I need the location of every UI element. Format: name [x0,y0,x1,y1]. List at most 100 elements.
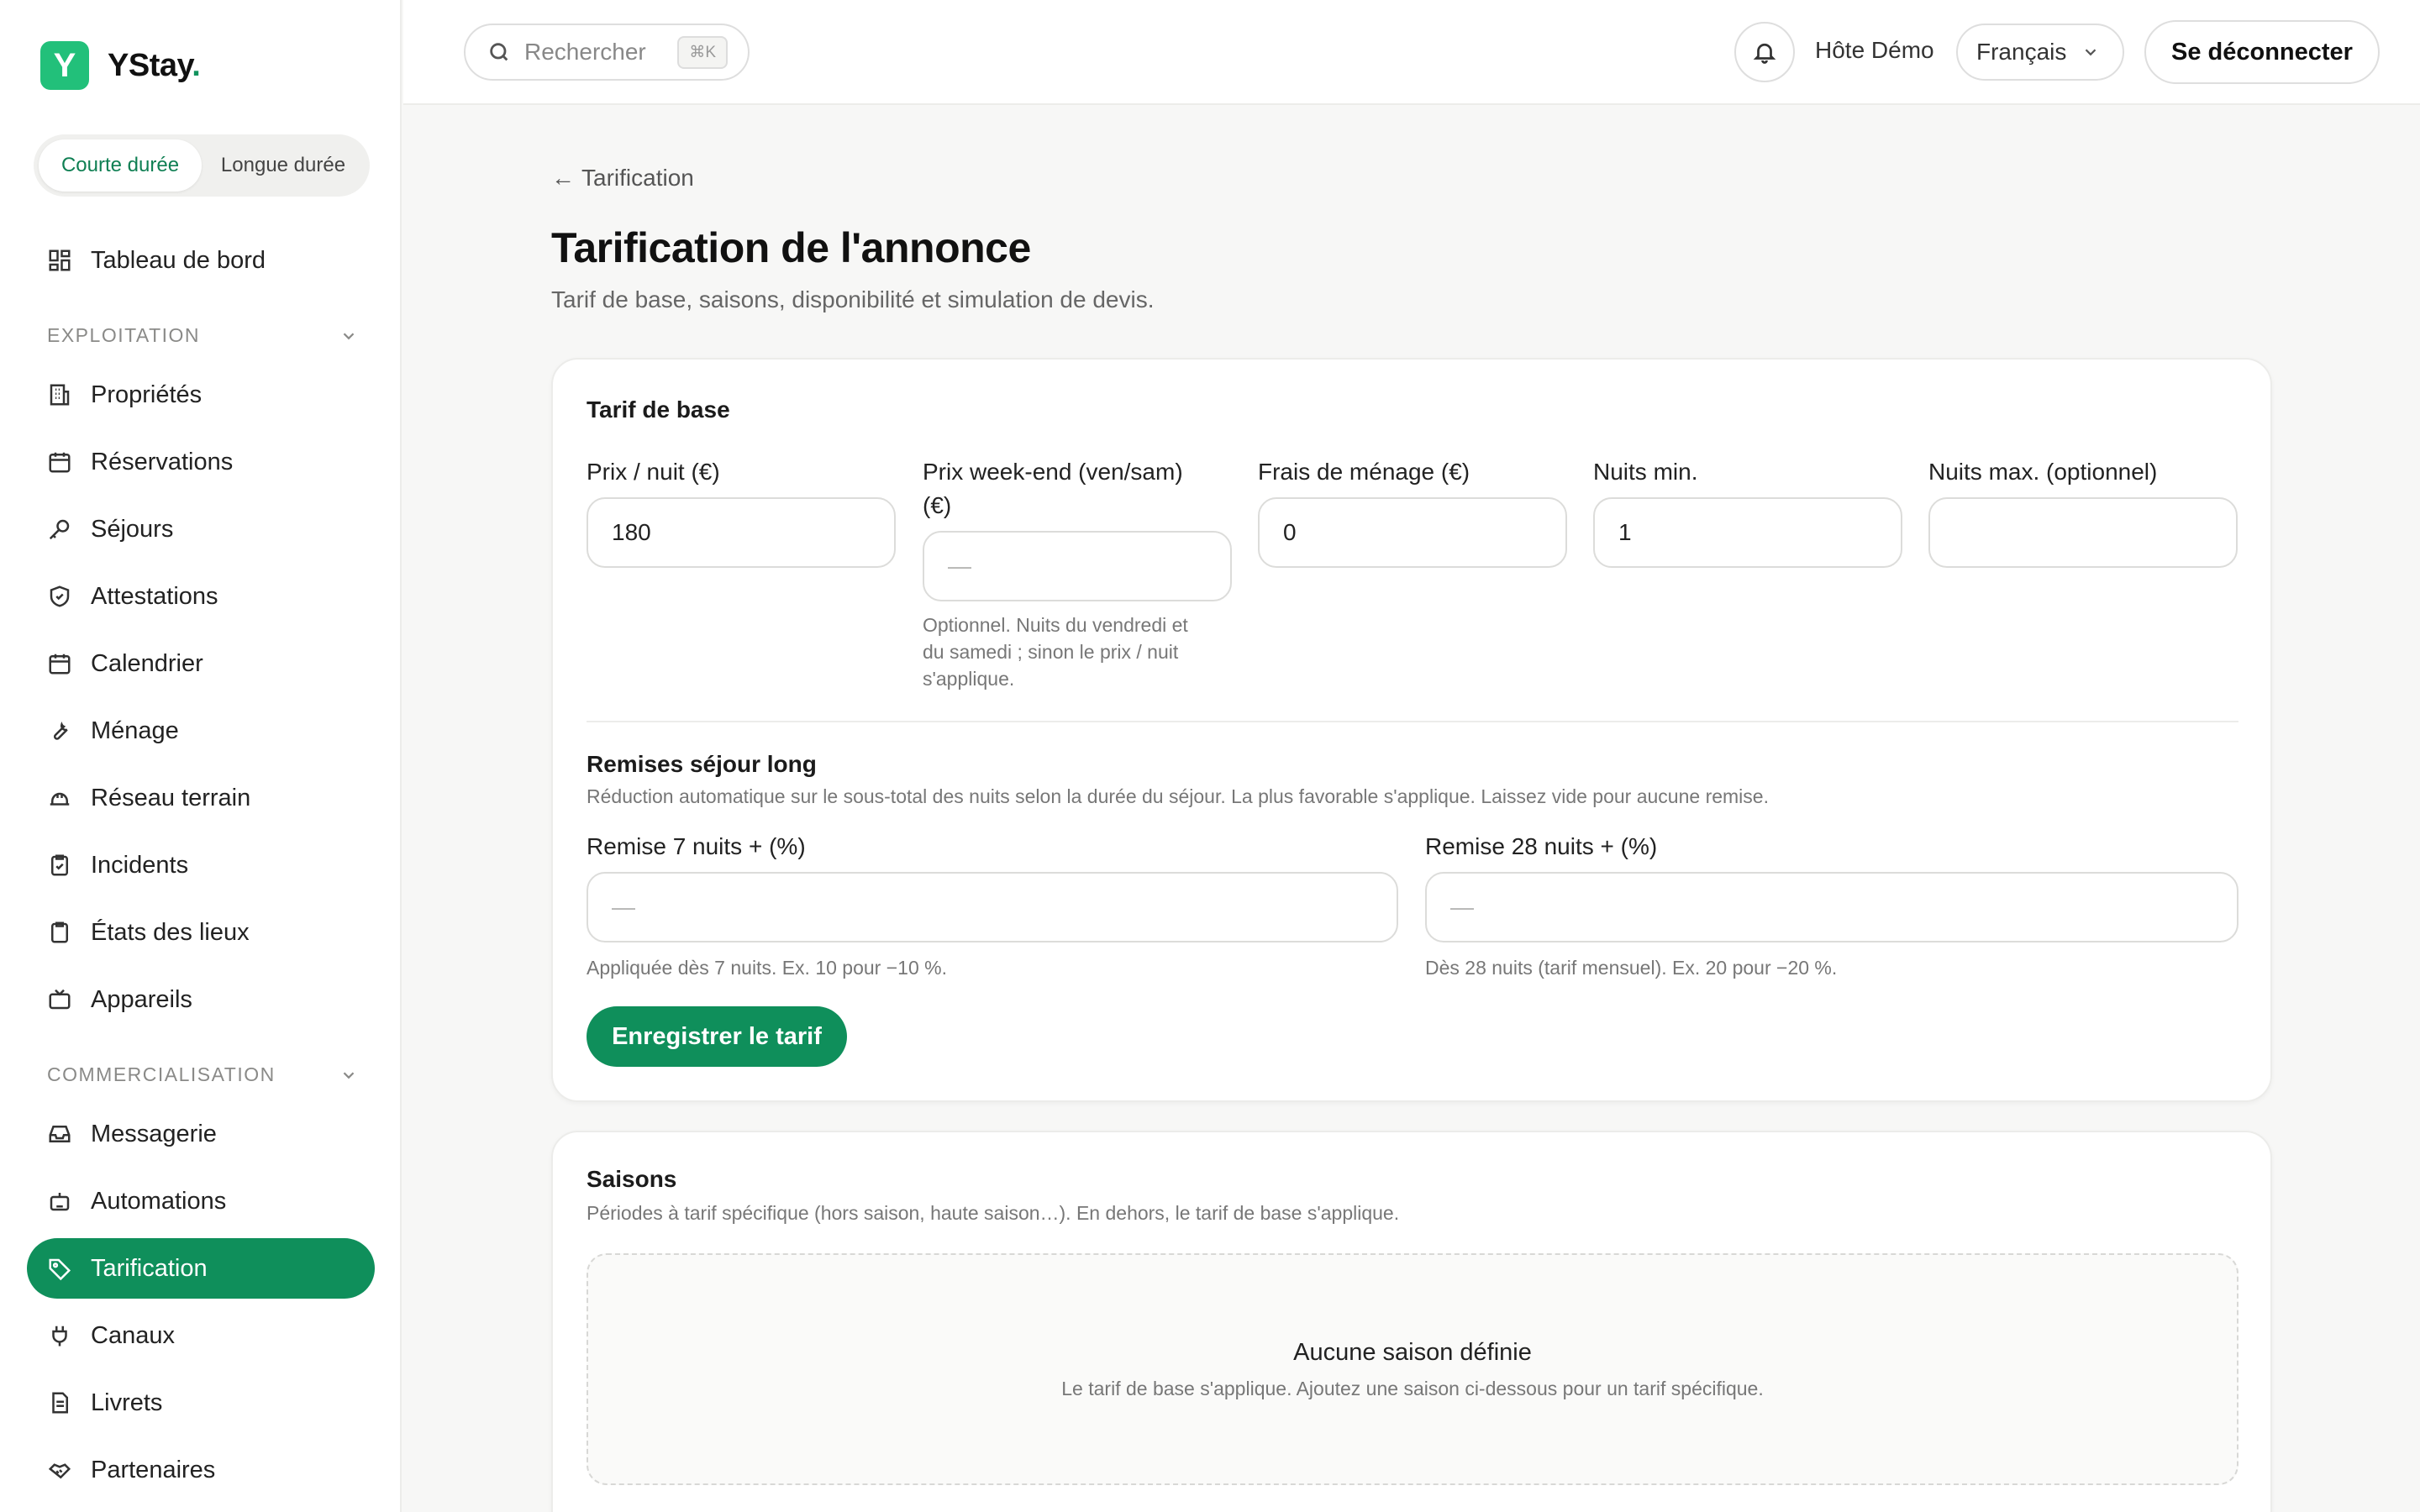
sidebar-item-cleaning[interactable]: Ménage [27,701,375,761]
chevron-down-icon [2086,49,2096,56]
section-exploitation-label: EXPLOITATION [47,324,201,346]
sidebar-item-partners[interactable]: Partenaires [27,1440,375,1500]
mode-long-term[interactable]: Longue durée [202,139,365,192]
sidebar-item-properties[interactable]: Propriétés [27,365,375,425]
bell-icon [1753,43,1776,64]
clipboard-icon [47,920,72,945]
sidebar-item-label: Messagerie [91,1120,217,1147]
seasons-subtitle: Périodes à tarif spécifique (hors saison… [587,1202,1400,1224]
back-link[interactable]: ← Tarification [551,165,694,192]
weekend-price-input[interactable]: — [923,531,1232,601]
sidebar-item-dashboard[interactable]: Tableau de bord [27,230,375,291]
shield-check-icon [47,584,72,609]
max-nights-input[interactable] [1928,497,2238,568]
base-rate-title: Tarif de base [587,396,730,423]
chevron-down-icon [343,1071,355,1079]
discount-7-hint: Appliquée dès 7 nuits. Ex. 10 pour −10 %… [587,957,947,979]
sidebar-item-incidents[interactable]: Incidents [27,835,375,895]
sidebar-item-field-network[interactable]: Réseau terrain [27,768,375,828]
tag-icon [47,1256,72,1281]
building-icon [47,382,72,407]
max-nights-label: Nuits max. (optionnel) [1928,459,2158,485]
tv-icon [47,987,72,1012]
sidebar-item-label: Réseau terrain [91,784,251,811]
cleaning-fee-label: Frais de ménage (€) [1258,459,1470,485]
long-stay-discount-title: Remises séjour long [587,751,817,777]
sidebar-item-label: États des lieux [91,918,250,946]
search-shortcut: ⌘K [677,35,728,69]
sidebar-item-label: Automations [91,1187,227,1215]
inbox-icon [47,1121,72,1147]
section-commercialisation-label: COMMERCIALISATION [47,1063,276,1085]
sidebar-item-attestations[interactable]: Attestations [27,566,375,627]
long-stay-discount-subtitle: Réduction automatique sur le sous-total … [587,785,1769,807]
sidebar-item-automations[interactable]: Automations [27,1171,375,1231]
sidebar-item-channels[interactable]: Canaux [27,1305,375,1366]
sidebar-item-inventories[interactable]: États des lieux [27,902,375,963]
sidebar-item-devices[interactable]: Appareils [27,969,375,1030]
sidebar-item-label: Appareils [91,985,192,1013]
search-input[interactable]: Rechercher ⌘K [464,24,750,81]
rental-mode-switch: Courte durée Longue durée [34,134,370,197]
document-icon [47,1390,72,1415]
calendar-icon [47,651,72,676]
section-exploitation[interactable]: EXPLOITATION [47,324,358,347]
section-commercialisation[interactable]: COMMERCIALISATION [47,1063,358,1086]
logout-button[interactable]: Se déconnecter [2144,20,2380,84]
seasons-card: Saisons Périodes à tarif spécifique (hor… [551,1131,2272,1512]
discount-28-label: Remise 28 nuits + (%) [1425,833,1658,859]
dashboard-icon [47,248,72,273]
seasons-empty-state: Aucune saison définie Le tarif de base s… [587,1253,2238,1485]
brand[interactable]: Y YStay. [40,41,201,90]
arrow-left-icon: ← [551,165,575,191]
sidebar-item-label: Calendrier [91,649,203,677]
cleaning-fee-input[interactable]: 0 [1258,497,1567,568]
back-link-label: Tarification [581,165,694,191]
search-placeholder: Rechercher [524,39,646,65]
sidebar-item-booklets[interactable]: Livrets [27,1373,375,1433]
sidebar-item-pricing[interactable]: Tarification [27,1238,375,1299]
brand-name: YStay. [108,47,201,83]
notifications-button[interactable] [1734,22,1795,82]
sidebar-item-reservations[interactable]: Réservations [27,432,375,492]
sidebar-item-label: Attestations [91,582,218,610]
discount-28-input[interactable]: — [1425,872,2238,942]
language-select[interactable]: Français [1956,24,2124,81]
base-rate-card: Tarif de base Prix / nuit (€) 180 Prix w… [551,358,2272,1102]
sidebar-item-label: Livrets [91,1389,163,1416]
discount-7-input[interactable]: — [587,872,1398,942]
page-subtitle: Tarif de base, saisons, disponibilité et… [551,286,1155,312]
divider [587,721,2238,722]
discount-7-label: Remise 7 nuits + (%) [587,833,806,859]
plug-icon [47,1323,72,1348]
sidebar-item-label: Propriétés [91,381,203,408]
calendar-icon [47,449,72,475]
mode-short-term[interactable]: Courte durée [39,139,202,192]
handshake-icon [47,1457,72,1483]
robot-icon [47,1189,72,1214]
hard-hat-icon [47,785,72,811]
brand-logo-icon: Y [40,41,89,90]
sidebar-item-messaging[interactable]: Messagerie [27,1104,375,1164]
price-per-night-label: Prix / nuit (€) [587,459,720,485]
sidebar: Y YStay. Courte durée Longue durée Table… [0,0,402,1512]
sidebar-item-label: Canaux [91,1321,175,1349]
sidebar-item-calendar[interactable]: Calendrier [27,633,375,694]
discount-28-hint: Dès 28 nuits (tarif mensuel). Ex. 20 pou… [1425,957,1838,979]
price-per-night-input[interactable]: 180 [587,497,896,568]
sidebar-item-label: Incidents [91,851,189,879]
key-icon [47,517,72,542]
host-name: Hôte Démo [1815,37,1934,63]
min-nights-input[interactable]: 1 [1593,497,1902,568]
sidebar-item-label: Réservations [91,448,234,475]
sidebar-item-label: Partenaires [91,1456,216,1483]
save-rate-button[interactable]: Enregistrer le tarif [587,1006,847,1067]
weekend-price-label: Prix week-end (ven/sam) (€) [923,459,1183,518]
sidebar-item-label: Séjours [91,515,174,543]
empty-state-title: Aucune saison définie [1293,1339,1532,1366]
sidebar-item-label: Tarification [91,1254,208,1282]
topbar: Rechercher ⌘K Hôte Démo Français Se déco… [403,0,2420,105]
wrench-icon [47,718,72,743]
clipboard-check-icon [47,853,72,878]
sidebar-item-stays[interactable]: Séjours [27,499,375,559]
